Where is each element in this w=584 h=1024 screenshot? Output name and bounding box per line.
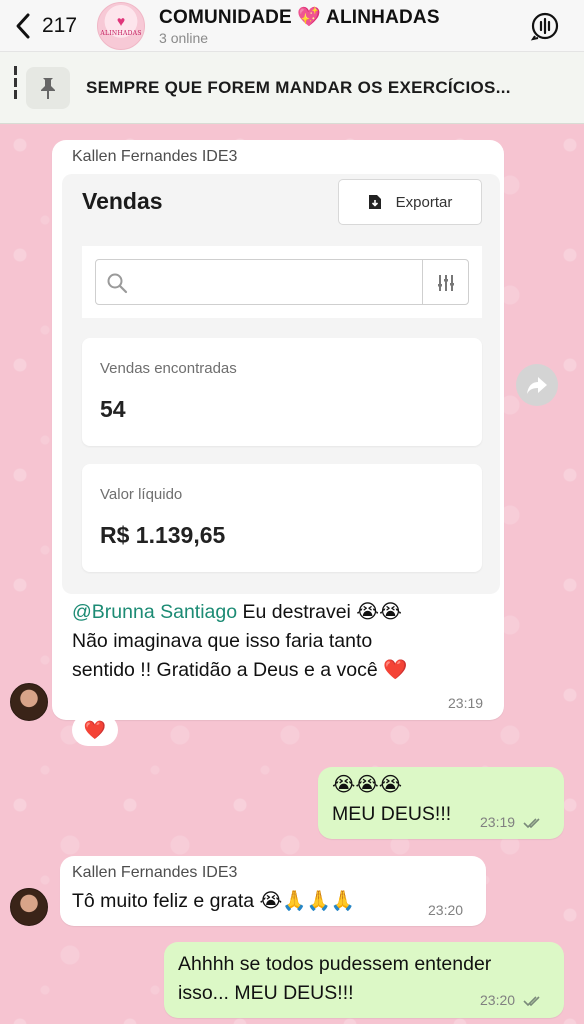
double-check-icon	[523, 818, 540, 829]
search-icon	[107, 273, 128, 294]
chevron-left-icon	[16, 13, 30, 38]
pinned-indicator	[14, 66, 17, 110]
audio-call-icon[interactable]	[530, 11, 560, 41]
search-input	[95, 259, 469, 305]
stat-card-net-value: Valor líquido R$ 1.139,65	[82, 464, 482, 572]
screenshot-title: Vendas	[82, 188, 163, 214]
double-check-icon	[523, 996, 540, 1007]
message-bubble-outgoing[interactable]: 😭😭😭 MEU DEUS!!! 23:19	[318, 767, 564, 839]
sender-name: Kallen Fernandes IDE3	[72, 148, 238, 165]
back-button[interactable]: 217	[14, 12, 77, 40]
message-emojis: 😭😭😭	[332, 774, 403, 796]
avatar[interactable]	[10, 683, 48, 721]
stat-value: 54	[100, 396, 126, 422]
message-time: 23:20	[428, 902, 464, 918]
unread-count: 217	[42, 13, 78, 37]
message-text: Ahhhh se todos pudessem entender isso...…	[178, 953, 492, 1004]
sender-name: Kallen Fernandes IDE3	[72, 864, 238, 881]
shared-image[interactable]: Vendas Exportar Vendas encontradas 54 Va…	[62, 174, 500, 594]
stat-label: Valor líquido	[100, 486, 183, 503]
logo-text: ALINHADAS	[100, 30, 142, 37]
avatar[interactable]	[10, 888, 48, 926]
message-bubble-incoming[interactable]: Kallen Fernandes IDE3 Tô muito feliz e g…	[60, 856, 486, 926]
export-label: Exportar	[395, 193, 453, 211]
pinned-message-text: SEMPRE QUE FOREM MANDAR OS EXERCÍCIOS...	[86, 77, 511, 97]
stat-card-sales-found: Vendas encontradas 54	[82, 338, 482, 446]
stat-label: Vendas encontradas	[100, 360, 237, 377]
search-divider	[422, 260, 423, 304]
message-text: MEU DEUS!!!	[332, 803, 452, 825]
group-avatar[interactable]: ♥ ALINHADAS	[97, 1, 146, 50]
pin-icon	[26, 66, 70, 109]
mention-link[interactable]: @Brunna Santiago	[72, 601, 237, 623]
message-text: Tô muito feliz e grata 😭🙏🙏🙏	[72, 890, 356, 912]
search-area	[82, 246, 482, 318]
filter-icon	[438, 275, 454, 291]
logo-heart-icon: ♥	[116, 13, 126, 29]
message-bubble-outgoing[interactable]: Ahhhh se todos pudessem entender isso...…	[164, 942, 564, 1018]
message-reaction[interactable]: ❤️	[72, 714, 118, 746]
chat-header: 217 ♥ ALINHADAS COMUNIDADE 💖 ALINHADAS 3…	[0, 0, 584, 52]
download-file-icon	[368, 195, 381, 209]
forward-button[interactable]	[516, 364, 558, 406]
pinned-message-bar[interactable]: SEMPRE QUE FOREM MANDAR OS EXERCÍCIOS...	[0, 52, 584, 124]
message-time: 23:20	[480, 992, 541, 1008]
message-text: @Brunna Santiago Eu destravei 😭😭 Não ima…	[72, 601, 408, 681]
forward-icon	[527, 377, 547, 394]
message-time: 23:19	[480, 814, 541, 830]
stat-value: R$ 1.139,65	[100, 522, 226, 548]
group-info[interactable]: COMUNIDADE 💖 ALINHADAS 3 online	[159, 5, 440, 46]
message-time: 23:19	[448, 695, 484, 711]
group-title: COMUNIDADE 💖 ALINHADAS	[159, 7, 440, 28]
export-button: Exportar	[338, 179, 482, 225]
group-status: 3 online	[159, 30, 209, 46]
